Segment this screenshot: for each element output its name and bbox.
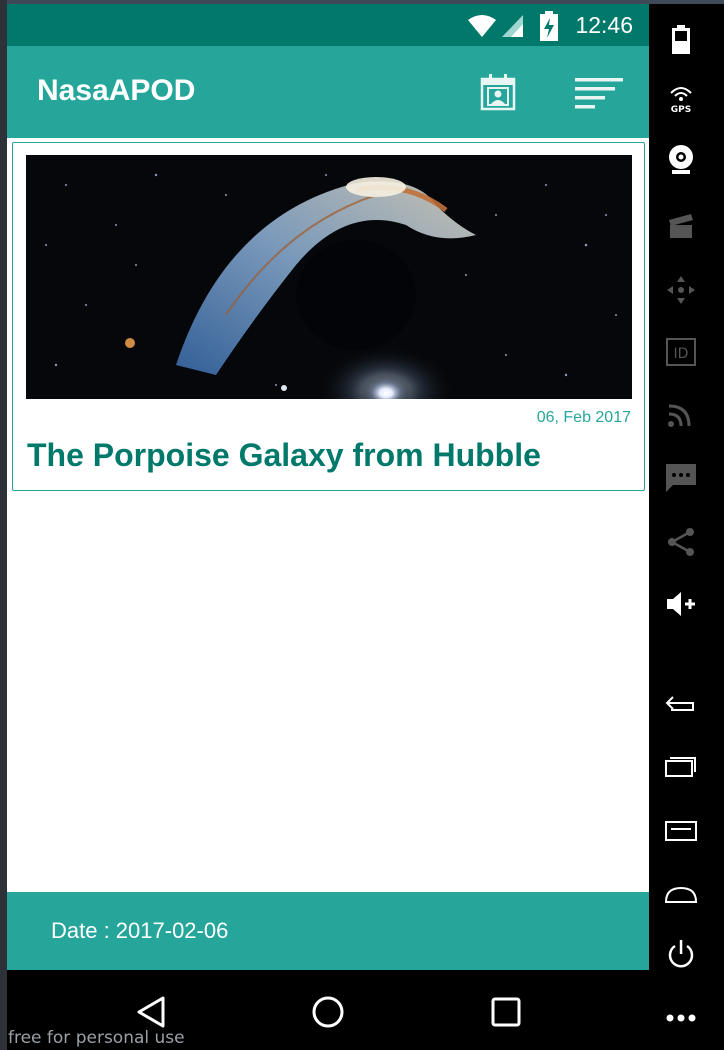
gps-tool[interactable]: GPS	[661, 78, 701, 118]
battery-charging-icon	[540, 11, 558, 41]
cast-tool[interactable]	[661, 394, 701, 434]
dpad-tool[interactable]	[661, 270, 701, 310]
battery-icon	[672, 25, 690, 54]
share-icon	[668, 528, 694, 556]
emu-home-tool[interactable]	[661, 874, 701, 914]
power-tool[interactable]	[661, 934, 701, 974]
more-icon	[666, 1014, 696, 1022]
cast-icon	[668, 404, 691, 427]
share-tool[interactable]	[661, 522, 701, 562]
emulator-window: 12:46 NasaAPOD 06, Feb 2017 The Porpoise…	[0, 0, 724, 1050]
gps-icon: GPS	[670, 87, 692, 115]
watermark: free for personal use	[8, 1028, 185, 1048]
wifi-icon	[468, 15, 496, 37]
fingerprint-tool[interactable]: ID	[661, 332, 701, 372]
date-label: Date : 2017-02-06	[51, 918, 229, 943]
home-icon[interactable]	[310, 994, 346, 1030]
apod-card[interactable]: 06, Feb 2017 The Porpoise Galaxy from Hu…	[12, 142, 645, 491]
menu-icon	[665, 821, 697, 841]
sms-tool[interactable]	[661, 458, 701, 498]
camera-tool[interactable]	[661, 140, 701, 180]
screenrecord-tool[interactable]	[661, 206, 701, 246]
card-title: The Porpoise Galaxy from Hubble	[27, 437, 541, 473]
phone-screen: 12:46 NasaAPOD 06, Feb 2017 The Porpoise…	[7, 4, 649, 1050]
dpad-icon	[667, 276, 695, 304]
apod-image[interactable]	[26, 155, 632, 399]
sms-icon	[666, 464, 696, 492]
clapper-icon	[669, 214, 693, 238]
calendar-icon[interactable]	[479, 72, 519, 112]
recents-icon[interactable]	[490, 996, 522, 1028]
signal-icon	[502, 15, 523, 37]
gps-label: GPS	[671, 105, 691, 115]
back-icon	[665, 696, 694, 711]
status-bar: 12:46	[7, 4, 649, 46]
sort-icon[interactable]	[573, 76, 625, 112]
volume-up-icon	[667, 592, 695, 616]
app-title: NasaAPOD	[37, 74, 196, 107]
emu-menu-tool[interactable]	[661, 810, 701, 850]
home-icon	[664, 886, 698, 903]
emu-back-tool[interactable]	[661, 684, 701, 724]
volume-up-tool[interactable]	[661, 584, 701, 624]
emulator-toolbar: GPS ID	[649, 4, 724, 1050]
emu-overview-tool[interactable]	[661, 746, 701, 786]
more-tool[interactable]	[661, 998, 701, 1038]
id-icon: ID	[666, 338, 696, 366]
id-label: ID	[674, 346, 689, 362]
camera-icon	[669, 145, 693, 174]
battery-tool[interactable]	[661, 20, 701, 60]
back-icon[interactable]	[133, 994, 169, 1030]
power-icon	[668, 940, 694, 968]
status-time: 12:46	[575, 12, 633, 38]
galaxy-image	[26, 155, 632, 399]
date-bar: Date : 2017-02-06	[7, 892, 649, 970]
app-bar: NasaAPOD	[7, 46, 649, 138]
window-left-edge	[0, 0, 7, 1050]
navigation-bar: free for personal use	[7, 970, 649, 1050]
overview-icon	[665, 757, 696, 777]
card-date: 06, Feb 2017	[536, 409, 631, 426]
